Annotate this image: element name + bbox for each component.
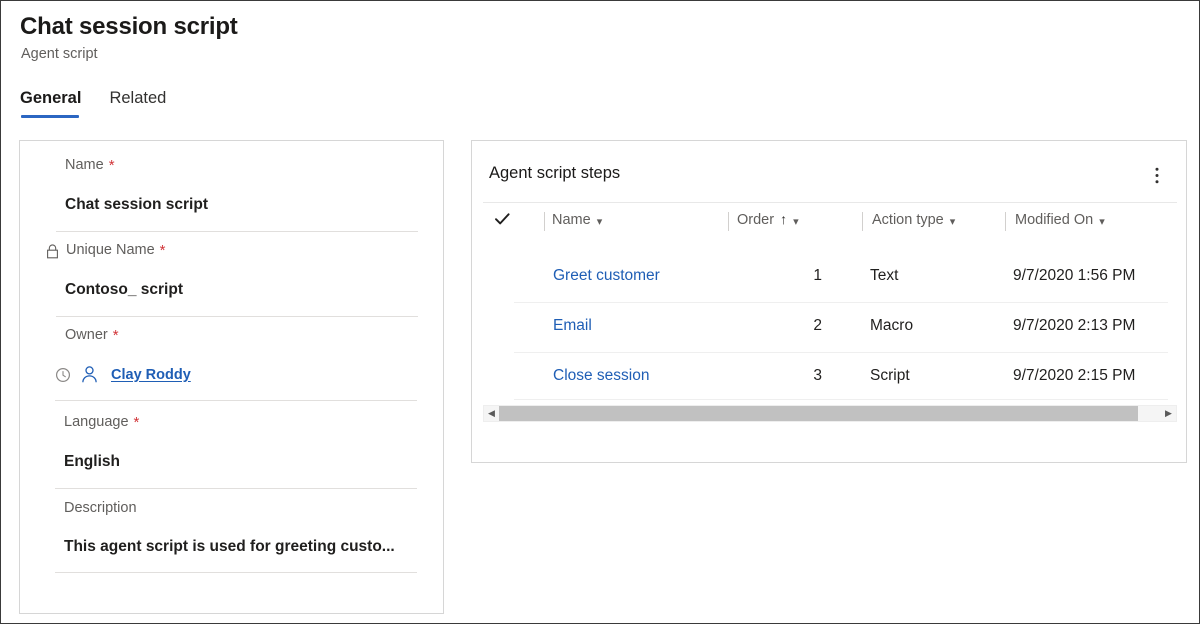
cell-modified-on: 9/7/2020 1:56 PM — [1013, 267, 1135, 285]
column-header-modified-on-label: Modified On — [1015, 212, 1093, 228]
field-language-value[interactable]: English — [64, 453, 120, 471]
chevron-down-icon: ▾ — [793, 215, 799, 228]
cell-action-type: Text — [870, 267, 898, 285]
column-divider — [544, 212, 545, 231]
field-unique-name-value[interactable]: Contoso_ script — [65, 281, 183, 299]
field-name-label: Name * — [65, 157, 115, 173]
sort-ascending-icon: ↑ — [780, 211, 787, 227]
cell-order: 3 — [772, 367, 822, 385]
field-separator — [56, 316, 418, 317]
caret-right-icon[interactable]: ▶ — [1161, 406, 1176, 421]
tab-bar: General Related — [20, 89, 194, 118]
lock-icon — [46, 244, 59, 259]
field-description-value[interactable]: This agent script is used for greeting c… — [64, 538, 395, 556]
page-title: Chat session script — [20, 13, 238, 41]
cell-modified-on: 9/7/2020 2:15 PM — [1013, 367, 1135, 385]
column-header-name-label: Name — [552, 212, 591, 228]
horizontal-scrollbar[interactable]: ◀ ▶ — [483, 405, 1177, 422]
select-all-checkmark-icon[interactable] — [492, 212, 512, 229]
column-header-order-label: Order — [737, 212, 774, 228]
field-name-label-text: Name — [65, 157, 104, 173]
column-divider — [1005, 212, 1006, 231]
cell-name[interactable]: Close session — [553, 367, 650, 385]
row-separator — [514, 399, 1168, 400]
owner-link[interactable]: Clay Roddy — [111, 367, 191, 383]
more-vertical-icon[interactable] — [1144, 162, 1170, 188]
column-header-modified-on[interactable]: Modified On ▾ — [1015, 212, 1105, 228]
column-header-action-type-label: Action type — [872, 212, 944, 228]
grid-title: Agent script steps — [489, 164, 620, 183]
field-owner-label-text: Owner — [65, 327, 108, 343]
column-header-action-type[interactable]: Action type ▾ — [872, 212, 955, 228]
tab-general[interactable]: General — [20, 89, 81, 118]
cell-name[interactable]: Email — [553, 317, 592, 335]
scrollbar-thumb[interactable] — [499, 406, 1138, 421]
scrollbar-track[interactable] — [499, 406, 1161, 421]
row-separator — [514, 302, 1168, 303]
tab-related[interactable]: Related — [109, 89, 166, 118]
field-name-required: * — [109, 158, 115, 173]
field-separator — [56, 231, 418, 232]
grid-header-row: Name ▾ Order ↑ ▾ Action type ▾ Modified … — [472, 203, 1188, 239]
column-divider — [728, 212, 729, 231]
cell-order: 1 — [772, 267, 822, 285]
agent-script-steps-panel: Agent script steps Name ▾ Order ↑ — [471, 140, 1187, 463]
field-owner-label: Owner * — [65, 327, 119, 343]
chevron-down-icon: ▾ — [1099, 215, 1105, 228]
cell-modified-on: 9/7/2020 2:13 PM — [1013, 317, 1135, 335]
caret-left-icon[interactable]: ◀ — [484, 406, 499, 421]
field-unique-name-label-text: Unique Name — [66, 242, 155, 258]
chevron-down-icon: ▾ — [950, 215, 956, 228]
owner-value-row: Clay Roddy — [55, 365, 191, 384]
cell-name[interactable]: Greet customer — [553, 267, 660, 285]
page-subtitle: Agent script — [21, 46, 98, 62]
column-divider — [862, 212, 863, 231]
page-frame: Chat session script Agent script General… — [0, 0, 1200, 624]
field-name-value[interactable]: Chat session script — [65, 196, 208, 214]
row-separator — [514, 352, 1168, 353]
field-unique-name-required: * — [160, 243, 166, 258]
column-header-order[interactable]: Order ↑ ▾ — [737, 212, 799, 228]
cell-action-type: Script — [870, 367, 910, 385]
cell-action-type: Macro — [870, 317, 913, 335]
column-header-name[interactable]: Name ▾ — [552, 212, 602, 228]
cell-order: 2 — [772, 317, 822, 335]
chevron-down-icon: ▾ — [597, 215, 603, 228]
person-icon — [80, 365, 99, 384]
clock-circle-icon — [55, 367, 71, 383]
field-owner-required: * — [113, 328, 119, 343]
field-unique-name-label: Unique Name * — [46, 242, 166, 258]
